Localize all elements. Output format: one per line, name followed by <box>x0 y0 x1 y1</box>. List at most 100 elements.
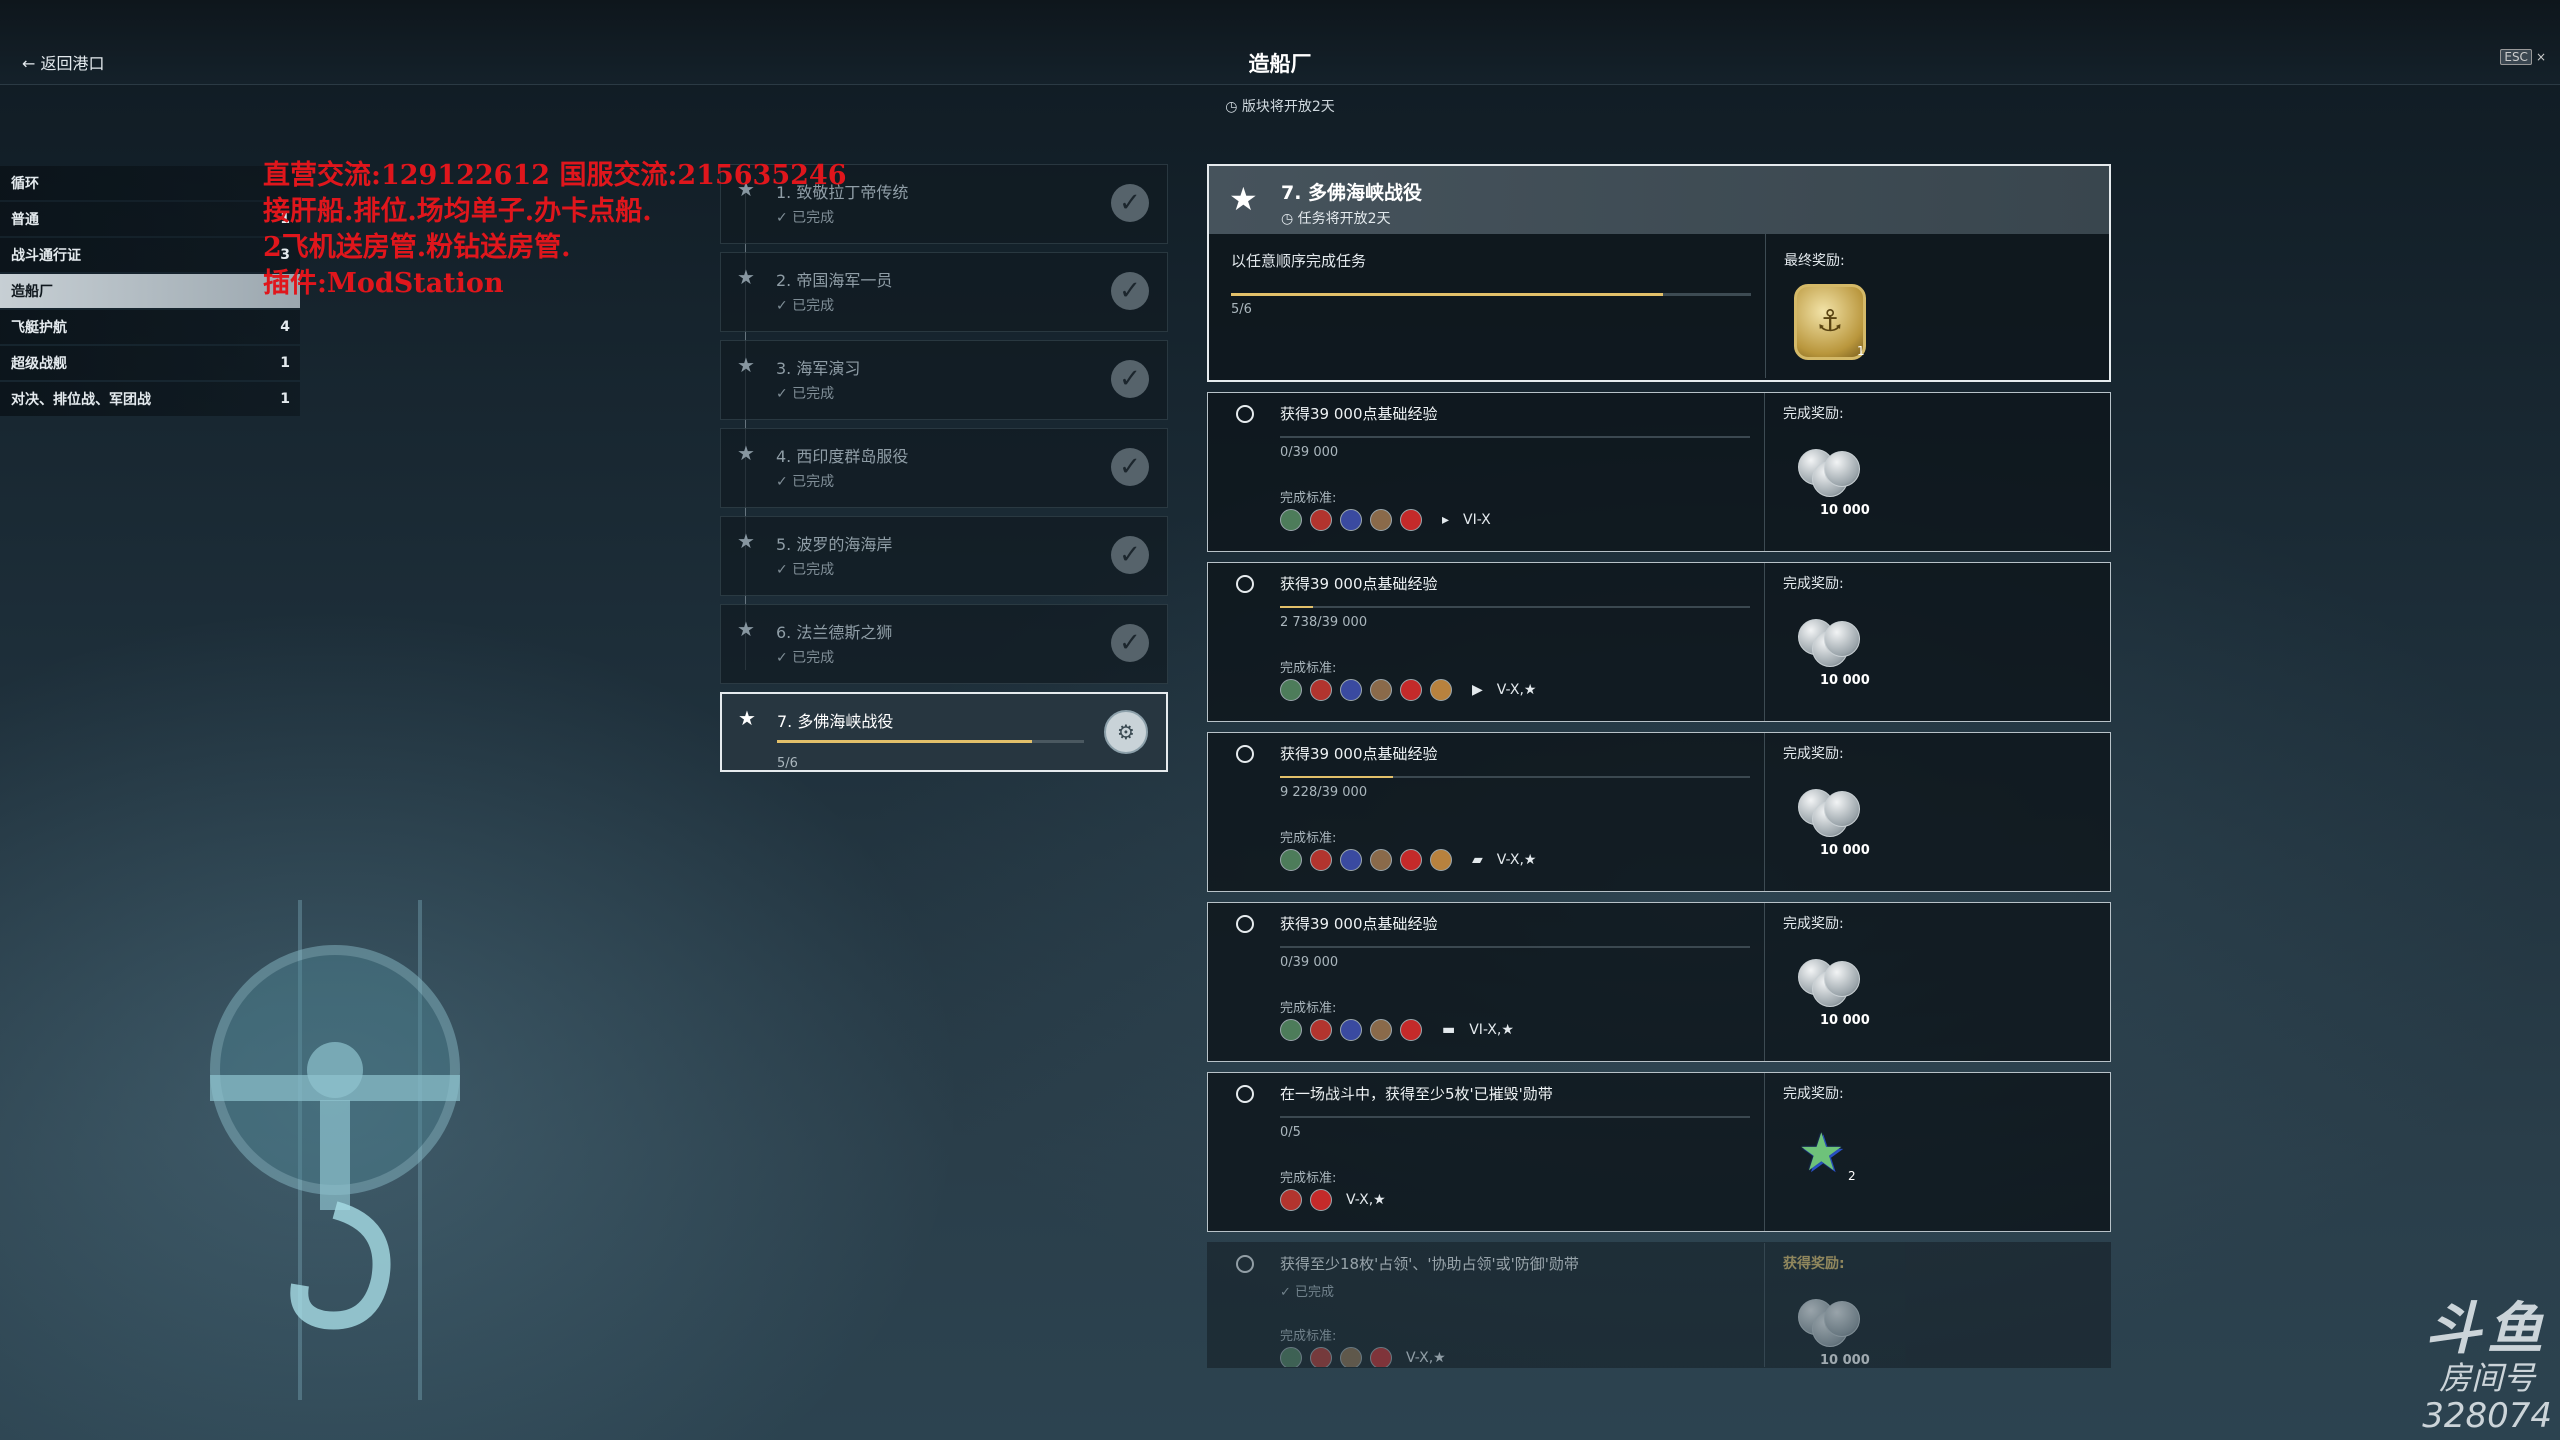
checkmark-icon: ✓ <box>1111 272 1149 310</box>
incomplete-circle-icon <box>1236 405 1254 423</box>
divider <box>1764 1073 1765 1231</box>
nation-flag-icon <box>1310 1189 1332 1211</box>
ship-class-icon: ▬ <box>1442 1022 1456 1038</box>
stage-progress-fill <box>777 740 1032 743</box>
final-reward-label: 最终奖励: <box>1784 253 1845 269</box>
sidebar-item-shipyard[interactable]: 造船厂 <box>0 274 300 308</box>
final-reward-emblem-icon[interactable]: ⚓ <box>1794 284 1866 360</box>
divider <box>1765 234 1766 378</box>
task-card-completed[interactable]: 获得至少18枚'占领'、'协助占领'或'防御'勋带 ✓ 已完成 完成标准: V-… <box>1207 1242 2111 1368</box>
nation-flag-icon <box>1370 849 1392 871</box>
watermark-room-label: 房间号 <box>2439 1359 2536 1397</box>
stage-timer: ◷ 任务将开放2天 <box>1281 211 1391 227</box>
credits-coins-icon[interactable] <box>1798 1295 1860 1351</box>
sidebar-item-normal[interactable]: 普通 1 <box>0 202 300 236</box>
sidebar-item-count: 1 <box>280 391 290 407</box>
nation-flag-icon <box>1340 1347 1362 1367</box>
checkmark-icon: ✓ <box>1111 184 1149 222</box>
ship-class-icon: ▶ <box>1472 682 1483 698</box>
ship-class-icon: ▰ <box>1472 852 1483 868</box>
stage-name: 5. 波罗的海海岸 <box>776 535 893 554</box>
stage-title: 7. 多佛海峡战役 <box>1281 182 1423 204</box>
stage-progress-text: 5/6 <box>777 756 798 771</box>
sidebar: 循环 普通 1 战斗通行证 3 造船厂 飞艇护航 4 超级战舰 1 对决、排位战、军团战… <box>0 166 300 418</box>
incomplete-circle-icon <box>1236 1085 1254 1103</box>
nation-flag-icon <box>1370 1019 1392 1041</box>
stage-instruction: 以任意顺序完成任务 <box>1231 252 1367 270</box>
promo-line: 直营交流:129122612 国服交流:215635246 <box>263 160 847 191</box>
task-progress-bar <box>1280 1116 1750 1118</box>
divider <box>1764 563 1765 721</box>
reward-quantity: 10 000 <box>1820 503 1870 518</box>
nation-flag-icon <box>1310 1347 1332 1367</box>
task-card[interactable]: 获得39 000点基础经验 9 228/39 000 完成标准: ▰ V-X,★… <box>1207 732 2111 892</box>
nation-flag-icon <box>1340 509 1362 531</box>
final-reward-count: 1 <box>1857 344 1865 358</box>
stage-header-card: ★ 7. 多佛海峡战役 ◷ 任务将开放2天 以任意顺序完成任务 5/6 最终奖励… <box>1207 164 2111 382</box>
close-button[interactable]: ESC × <box>2500 49 2546 65</box>
nation-flag-icon <box>1370 1347 1392 1367</box>
sidebar-item-count: 4 <box>280 319 290 335</box>
task-progress-bar <box>1280 776 1750 778</box>
divider <box>1764 393 1765 551</box>
ship-class-icon: ▸ <box>1442 512 1450 528</box>
stage-name: 3. 海军演习 <box>776 359 861 378</box>
promo-line: 接肝船.排位.场均单子.办卡点船. <box>263 196 652 227</box>
stage-status: ✓ 已完成 <box>776 650 835 666</box>
nation-flag-icon <box>1310 1019 1332 1041</box>
tier-range: VI-X,★ <box>1469 1022 1514 1038</box>
stage-item[interactable]: ★ 6. 法兰德斯之狮 ✓ 已完成 ✓ <box>720 604 1168 684</box>
reward-quantity: 2 <box>1848 1169 1856 1183</box>
task-name: 获得39 000点基础经验 <box>1280 915 1438 933</box>
reward-label: 完成奖励: <box>1783 916 1844 932</box>
stage-item[interactable]: ★ 5. 波罗的海海岸 ✓ 已完成 ✓ <box>720 516 1168 596</box>
credits-coins-icon[interactable] <box>1798 785 1860 841</box>
task-name: 在一场战斗中，获得至少5枚'已摧毁'勋带 <box>1280 1085 1553 1103</box>
sidebar-item-label: 循环 <box>11 176 39 192</box>
watermark-room-number: 328074 <box>2422 1396 2552 1436</box>
task-card[interactable]: 获得39 000点基础经验 0/39 000 完成标准: ▸ VI-X 完成奖励… <box>1207 392 2111 552</box>
divider <box>1764 733 1765 891</box>
credits-coins-icon[interactable] <box>1798 955 1860 1011</box>
task-card[interactable]: 获得39 000点基础经验 0/39 000 完成标准: ▬ VI-X,★ 完成… <box>1207 902 2111 1062</box>
nation-flag-icon <box>1400 679 1422 701</box>
checkmark-icon: ✓ <box>1111 624 1149 662</box>
stage-name: 4. 西印度群岛服役 <box>776 447 909 466</box>
incomplete-circle-icon <box>1236 745 1254 763</box>
nation-flag-icon <box>1340 849 1362 871</box>
stage-progress-bar <box>777 740 1084 743</box>
stage-item-active[interactable]: ★ 7. 多佛海峡战役 5/6 ⚙ <box>720 692 1168 772</box>
credits-coins-icon[interactable] <box>1798 445 1860 501</box>
criteria-label: 完成标准: <box>1280 831 1337 846</box>
sidebar-item-label: 普通 <box>11 212 39 228</box>
reward-quantity: 10 000 <box>1820 1353 1870 1368</box>
sidebar-item-count: 1 <box>280 355 290 371</box>
star-reward-icon[interactable]: ★ <box>1798 1125 1845 1181</box>
stage-progress-bar <box>1231 293 1751 296</box>
nation-flag-icon <box>1400 1019 1422 1041</box>
crane-hook-illustration <box>210 900 460 1400</box>
stage-item[interactable]: ★ 3. 海军演习 ✓ 已完成 ✓ <box>720 340 1168 420</box>
esc-key-hint: ESC <box>2500 49 2532 65</box>
criteria-label: 完成标准: <box>1280 491 1337 506</box>
stage-name: 6. 法兰德斯之狮 <box>776 623 893 642</box>
task-progress-text: 0/39 000 <box>1280 955 1339 970</box>
criteria-label: 完成标准: <box>1280 1329 1337 1344</box>
task-card[interactable]: 在一场战斗中，获得至少5枚'已摧毁'勋带 0/5 完成标准: V-X,★ 完成奖… <box>1207 1072 2111 1232</box>
reward-label: 完成奖励: <box>1783 746 1844 762</box>
nation-flag-icon <box>1280 1347 1302 1367</box>
stage-status: ✓ 已完成 <box>776 386 835 402</box>
sidebar-item-airship-escort[interactable]: 飞艇护航 4 <box>0 310 300 344</box>
sidebar-item-battle-pass[interactable]: 战斗通行证 3 <box>0 238 300 272</box>
stage-progress-text: 5/6 <box>1231 302 1252 317</box>
sidebar-item-cycle[interactable]: 循环 <box>0 166 300 200</box>
credits-coins-icon[interactable] <box>1798 615 1860 671</box>
sidebar-item-ranked[interactable]: 对决、排位战、军团战 1 <box>0 382 300 416</box>
sidebar-item-super-ships[interactable]: 超级战舰 1 <box>0 346 300 380</box>
reward-label: 完成奖励: <box>1783 576 1844 592</box>
task-name: 获得39 000点基础经验 <box>1280 575 1438 593</box>
task-card[interactable]: 获得39 000点基础经验 2 738/39 000 完成标准: ▶ V-X,★… <box>1207 562 2111 722</box>
stage-item[interactable]: ★ 4. 西印度群岛服役 ✓ 已完成 ✓ <box>720 428 1168 508</box>
reward-quantity: 10 000 <box>1820 673 1870 688</box>
tier-range: V-X,★ <box>1496 682 1537 698</box>
